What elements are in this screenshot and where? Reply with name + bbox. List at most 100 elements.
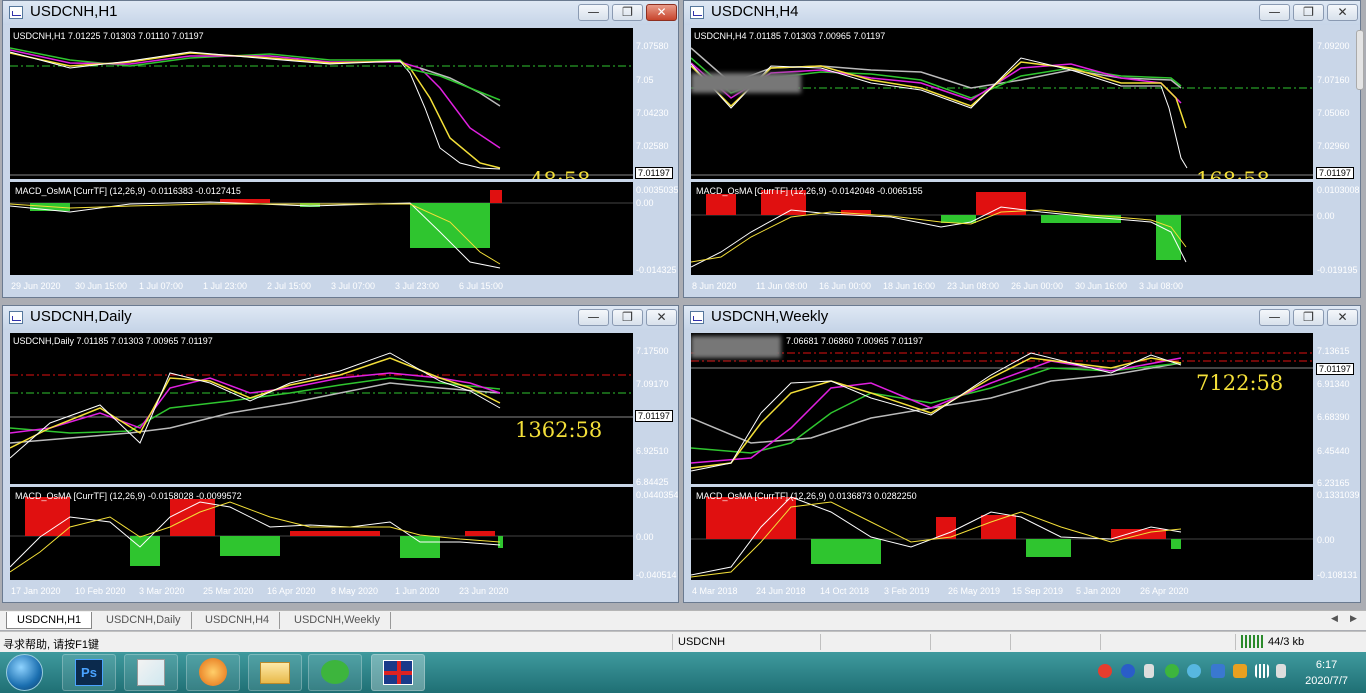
folder-icon [260, 662, 290, 684]
price-chart[interactable]: USDCNH,H1 7.01225 7.01303 7.01110 7.0119… [10, 28, 633, 179]
current-price-label: 7.01197 [1316, 167, 1354, 179]
signal-icon[interactable] [1255, 664, 1269, 678]
price-label: 7.02580 [636, 141, 669, 151]
volume-muted-icon[interactable] [1276, 664, 1286, 678]
current-price-label: 7.01197 [635, 167, 673, 179]
price-series [10, 352, 633, 459]
time-tick: 30 Jun 16:00 [1075, 281, 1128, 291]
chart-info: 7.06681 7.06860 7.00965 7.01197 [786, 336, 923, 346]
candle-timer: 7122:58 [1196, 371, 1284, 395]
chart-window-icon [9, 6, 23, 19]
minimize-button[interactable]: — [578, 309, 609, 326]
close-button[interactable]: ✕ [646, 4, 677, 21]
macd-info: MACD_OsMA [CurrTF] (12,26,9) -0.0142048 … [696, 186, 923, 196]
window-titlebar[interactable]: USDCNH,Daily — ❐ ✕ [3, 306, 678, 330]
time-tick: 16 Apr 2020 [267, 586, 316, 596]
window-titlebar[interactable]: USDCNH,Weekly — ❐ ✕ [684, 306, 1360, 330]
window-title: USDCNH,H1 [30, 3, 118, 20]
price-series [691, 47, 1313, 176]
minimize-button[interactable]: — [578, 4, 609, 21]
chart-info: USDCNH,H1 7.01225 7.01303 7.01110 7.0119… [13, 31, 204, 41]
price-chart[interactable]: USDCNH,Daily 7.01185 7.01303 7.00965 7.0… [10, 333, 633, 484]
taskbar-mt4[interactable] [371, 654, 425, 691]
tab-usdcnh-daily[interactable]: USDCNH,Daily [96, 612, 192, 629]
time-tick: 1 Jun 2020 [395, 586, 440, 596]
candle-timer: 48:58 [530, 168, 591, 179]
help-icon[interactable] [1121, 664, 1135, 678]
macd-panel[interactable]: MACD_OsMA [CurrTF] (12,26,9) -0.0142048 … [691, 182, 1313, 275]
time-tick: 3 Jul 23:00 [395, 281, 440, 291]
maximize-button[interactable]: ❐ [1293, 309, 1324, 326]
maximize-button[interactable]: ❐ [612, 4, 643, 21]
shield-icon[interactable] [1211, 664, 1225, 678]
macd-info: MACD_OsMA [CurrTF] (12,26,9) 0.0136873 0… [696, 491, 917, 501]
macd-panel[interactable]: MACD_OsMA [CurrTF] (12,26,9) 0.0136873 0… [691, 487, 1313, 580]
start-orb-icon[interactable] [6, 654, 43, 691]
vertical-scrollbar[interactable] [1356, 30, 1364, 90]
time-tick: 26 Jun 00:00 [1011, 281, 1064, 291]
chart-window-daily[interactable]: USDCNH,Daily — ❐ ✕ USDCNH,Daily 7.01185 … [2, 305, 679, 603]
time-tick: 6 Jul 15:00 [459, 281, 504, 291]
chart-window-icon [690, 311, 704, 324]
minimize-button[interactable]: — [1259, 309, 1290, 326]
macd-scale-label: 0.00 [1317, 535, 1335, 545]
security-tray-icon[interactable] [1233, 664, 1247, 678]
current-price-label: 7.01197 [1316, 363, 1354, 375]
clock-time: 6:17 [1315, 659, 1338, 671]
taskbar-photoshop[interactable]: Ps [62, 654, 116, 691]
taskbar-browser[interactable] [186, 654, 240, 691]
window-titlebar[interactable]: USDCNH,H1 — ❐ ✕ [3, 1, 678, 25]
price-label: 6.45440 [1317, 446, 1350, 456]
taskbar-wechat[interactable] [308, 654, 362, 691]
time-tick: 11 Jun 08:00 [756, 281, 808, 291]
price-label: 7.07580 [636, 41, 669, 51]
candle-timer: 168:58 [1196, 168, 1270, 179]
taskbar-explorer[interactable] [248, 654, 302, 691]
taskbar-paint[interactable] [124, 654, 178, 691]
maximize-button[interactable]: ❐ [612, 309, 643, 326]
keyboard-icon[interactable] [1144, 664, 1154, 678]
time-tick: 17 Jan 2020 [11, 586, 61, 596]
macd-scale-label: 0.0440354 [636, 490, 679, 500]
window-titlebar[interactable]: USDCNH,H4 — ❐ ✕ [684, 1, 1360, 25]
time-tick: 1 Jul 07:00 [139, 281, 184, 291]
price-chart[interactable]: USDCNH,H4 7.01185 7.01303 7.00965 7.0119… [691, 28, 1313, 179]
macd-panel[interactable]: MACD_OsMA [CurrTF] (12,26,9) -0.0158028 … [10, 487, 633, 580]
close-button[interactable]: ✕ [1327, 309, 1358, 326]
time-tick: 10 Feb 2020 [75, 586, 126, 596]
tab-scroll-right-icon[interactable]: ▶ [1350, 614, 1357, 624]
time-tick: 8 May 2020 [331, 586, 379, 596]
time-tick: 3 Jul 07:00 [331, 281, 376, 291]
time-tick: 18 Jun 16:00 [883, 281, 936, 291]
time-tick: 26 Apr 2020 [1140, 586, 1189, 596]
macd-info: MACD_OsMA [CurrTF] (12,26,9) -0.0116383 … [15, 186, 241, 196]
macd-scale-label: -0.019195 [1317, 265, 1358, 275]
chart-window-h4[interactable]: USDCNH,H4 — ❐ ✕ USDCNH,H4 7.01185 7.0130… [683, 0, 1361, 298]
macd-info: MACD_OsMA [CurrTF] (12,26,9) -0.0158028 … [15, 491, 242, 501]
tab-usdcnh-weekly[interactable]: USDCNH,Weekly [284, 612, 391, 629]
connection-bars-icon [1241, 635, 1263, 648]
macd-panel[interactable]: MACD_OsMA [CurrTF] (12,26,9) -0.0116383 … [10, 182, 633, 275]
time-tick: 29 Jun 2020 [11, 281, 61, 291]
sogou-ime-icon[interactable] [1098, 664, 1112, 678]
window-title: USDCNH,Daily [30, 308, 132, 325]
close-button[interactable]: ✕ [646, 309, 677, 326]
price-label: 7.13615 [1317, 346, 1350, 356]
price-chart[interactable]: 7.06681 7.06860 7.00965 7.01197 7122:58 [691, 333, 1313, 484]
time-tick: 4 Mar 2018 [692, 586, 738, 596]
wechat-tray-icon[interactable] [1165, 664, 1179, 678]
time-tick: 30 Jun 15:00 [75, 281, 128, 291]
minimize-button[interactable]: — [1259, 4, 1290, 21]
network-tray-icon[interactable] [1187, 664, 1201, 678]
close-button[interactable]: ✕ [1327, 4, 1358, 21]
macd-scale-label: 0.0103008 [1317, 185, 1360, 195]
time-tick: 23 Jun 2020 [459, 586, 509, 596]
tab-usdcnh-h1[interactable]: USDCNH,H1 [6, 612, 93, 629]
maximize-button[interactable]: ❐ [1293, 4, 1324, 21]
tab-scroll-left-icon[interactable]: ◀ [1331, 614, 1338, 624]
tab-usdcnh-h4[interactable]: USDCNH,H4 [195, 612, 281, 629]
chart-window-weekly[interactable]: USDCNH,Weekly — ❐ ✕ 7.06681 7.06860 7.00… [683, 305, 1361, 603]
chart-tab-bar: USDCNH,H1 USDCNH,Daily USDCNH,H4 USDCNH,… [0, 610, 1366, 630]
chart-window-h1[interactable]: USDCNH,H1 — ❐ ✕ USDCNH,H1 7.01225 7.0130… [2, 0, 679, 298]
system-clock[interactable]: 6:17 2020/7/7 [1305, 657, 1348, 689]
